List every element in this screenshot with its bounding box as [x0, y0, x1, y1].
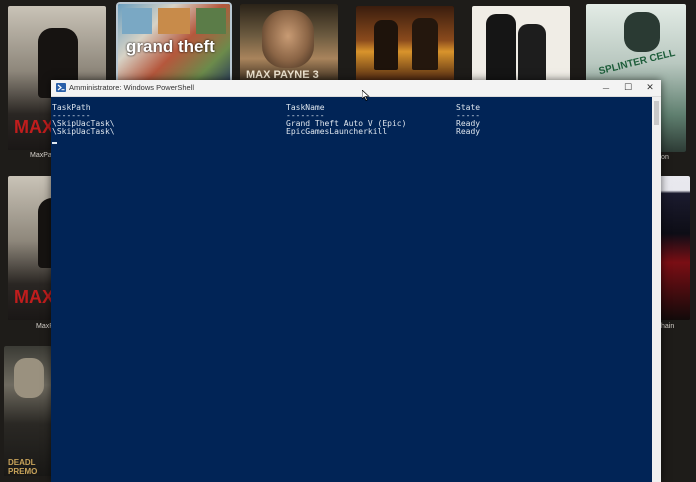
minimize-button[interactable]: —: [595, 80, 617, 96]
console-output[interactable]: TaskPath TaskName State -------- -------…: [51, 97, 652, 482]
powershell-icon: [56, 83, 66, 92]
row-taskname: EpicGamesLauncherkill: [286, 127, 388, 136]
game-tile-deadly-premonition[interactable]: DEADL PREMO: [4, 346, 52, 476]
title-bar[interactable]: Amministratore: Windows PowerShell — ☐ ✕: [51, 80, 661, 97]
game-title-label: hain: [661, 323, 675, 330]
close-button[interactable]: ✕: [639, 80, 661, 96]
text-cursor: [52, 142, 57, 144]
maximize-icon: ☐: [623, 83, 633, 93]
close-icon: ✕: [646, 83, 654, 93]
game-tile-max-payne-3[interactable]: MAX PAYNE 3: [240, 4, 338, 82]
game-tile-resident-evil-5[interactable]: [356, 6, 454, 82]
row-state: Ready: [456, 127, 481, 136]
mouse-pointer-icon: [362, 90, 370, 101]
game-tile-chain[interactable]: [656, 176, 690, 320]
window-title: Amministratore: Windows PowerShell: [69, 83, 195, 92]
powershell-window[interactable]: Amministratore: Windows PowerShell — ☐ ✕…: [51, 80, 661, 482]
cover-text: grand theft: [126, 37, 215, 56]
scroll-thumb[interactable]: [654, 101, 659, 125]
cover-text: MAX: [14, 117, 54, 137]
maximize-button[interactable]: ☐: [617, 80, 639, 96]
minimize-icon: —: [602, 84, 610, 92]
row-taskpath: \SkipUacTask\: [52, 127, 115, 136]
game-tile-max-payne-2[interactable]: [472, 6, 570, 82]
cover-text: MAX: [14, 287, 54, 307]
cover-text: DEADL PREMO: [8, 458, 38, 476]
game-tile-gta-v[interactable]: grand theft: [118, 4, 230, 84]
vertical-scrollbar[interactable]: [652, 97, 661, 482]
